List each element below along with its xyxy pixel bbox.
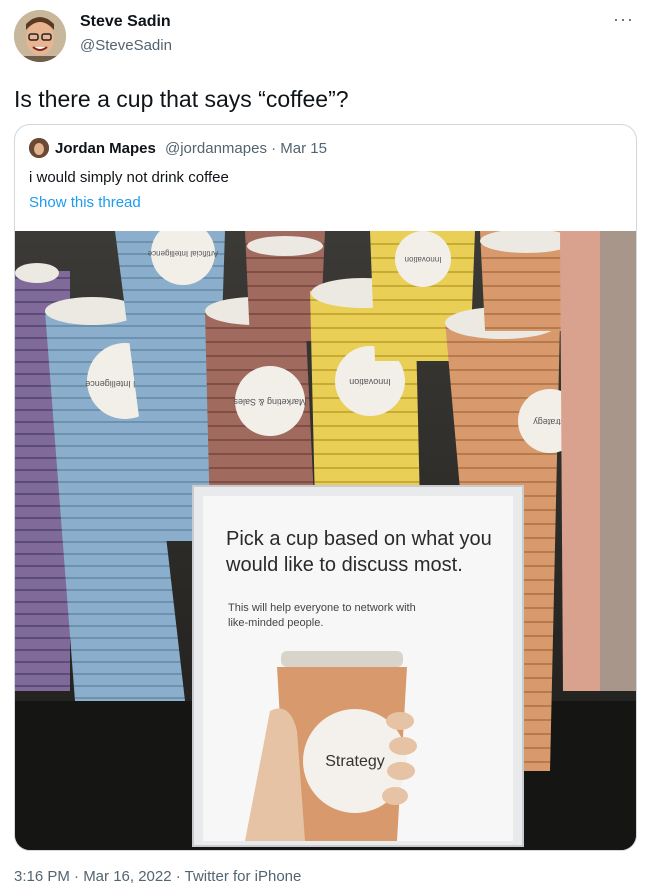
author-handle[interactable]: @SteveSadin xyxy=(80,37,172,54)
cup-label-text-back: Artificial Intelligence xyxy=(147,249,218,258)
more-dots-icon[interactable]: ··· xyxy=(613,10,634,28)
held-cup-label: Strategy xyxy=(325,753,385,770)
sign-body-line2: like-minded people. xyxy=(228,617,323,629)
author-name[interactable]: Steve Sadin xyxy=(80,13,171,31)
tweet-text: Is there a cup that says “coffee”? xyxy=(14,86,349,112)
quoted-tweet[interactable]: Jordan Mapes @jordanmapes · Mar 15 i wou… xyxy=(14,124,637,851)
sign-heading-line2: would like to discuss most. xyxy=(225,554,463,576)
cup-label-text-yellow-back: Innovation xyxy=(405,255,442,264)
sign-body-line1: This will help everyone to network with xyxy=(228,602,416,614)
show-thread-link[interactable]: Show this thread xyxy=(29,194,141,211)
quoted-author-name[interactable]: Jordan Mapes xyxy=(55,140,156,157)
cup-label-text-yellow: Innovation xyxy=(349,377,391,387)
quoted-author-avatar[interactable] xyxy=(29,138,49,158)
avatar-photo xyxy=(14,10,66,62)
cup-label-text-brown: Marketing & Sales xyxy=(233,397,307,407)
sign-heading-line1: Pick a cup based on what you xyxy=(226,528,492,550)
tweet-timestamp[interactable]: 3:16 PM · Mar 16, 2022 · Twitter for iPh… xyxy=(14,868,301,885)
quoted-avatar-photo xyxy=(29,138,49,158)
quoted-author-meta[interactable]: @jordanmapes · Mar 15 xyxy=(165,140,327,157)
peach-cup-stack-right xyxy=(560,231,636,691)
cups-photo[interactable]: Artificial Intelligence Artificial Intel… xyxy=(15,231,636,850)
quoted-tweet-text: i would simply not drink coffee xyxy=(29,169,229,186)
author-avatar[interactable] xyxy=(14,10,66,62)
